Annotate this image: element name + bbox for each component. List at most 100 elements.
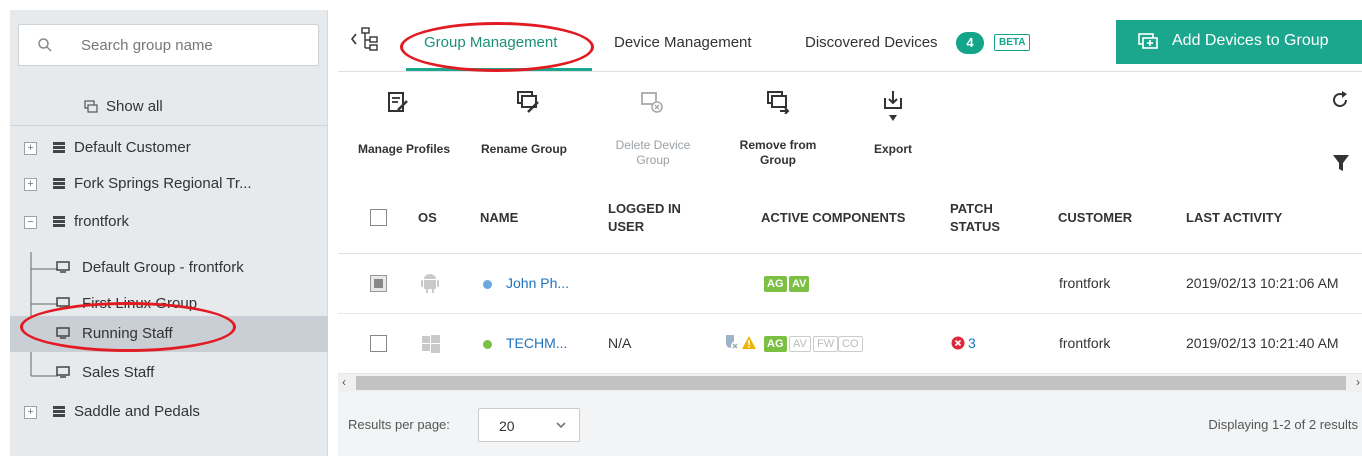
tree-item-running-staff[interactable]: Running Staff: [10, 316, 328, 352]
manage-profiles-label: Manage Profiles: [358, 142, 451, 156]
indeterminate-mark: [374, 279, 383, 288]
group-icon: [56, 327, 70, 339]
table-footer: Results per page: 20 Displaying 1-2 of 2…: [338, 392, 1362, 456]
android-icon: [421, 274, 439, 293]
scroll-right-icon[interactable]: ›: [1356, 375, 1360, 389]
windows-icon: [422, 335, 440, 353]
show-all-icon: [84, 100, 98, 113]
status-dot: [483, 280, 492, 289]
discovered-count-badge: 4: [956, 32, 984, 54]
patch-error-icon: [951, 336, 965, 350]
export-label: Export: [873, 142, 912, 156]
device-name-link[interactable]: John Ph...: [506, 275, 569, 291]
results-per-page-select[interactable]: 20: [478, 408, 580, 442]
component-fw: FW: [813, 336, 839, 352]
group-icon: [56, 261, 70, 273]
beta-badge: BETA: [994, 34, 1031, 51]
component-ag: AG: [764, 336, 787, 352]
tab-bar: Group Management Device Management Disco…: [338, 10, 1362, 72]
table-row[interactable]: John Ph... AG AV frontfork 2019/02/13 10…: [338, 254, 1362, 314]
delete-device-group-button[interactable]: Delete Device Group: [598, 72, 708, 182]
add-device-icon: [1138, 33, 1158, 49]
expand-icon[interactable]: +: [24, 142, 37, 155]
col-active-components[interactable]: ACTIVE COMPONENTS: [761, 209, 905, 227]
device-name-link[interactable]: TECHM...: [506, 335, 567, 351]
scroll-left-icon[interactable]: ‹: [342, 375, 346, 389]
col-patch-status-line2: STATUS: [950, 219, 1001, 234]
row-checkbox[interactable]: [370, 335, 387, 352]
show-all-item[interactable]: Show all: [10, 86, 328, 126]
group-toolbar: Manage Profiles Rename Group Delete Devi…: [338, 72, 1362, 182]
col-logged-in-line2: USER: [608, 219, 645, 234]
remove-from-group-icon: [767, 91, 790, 114]
customer-icon: [53, 406, 65, 417]
col-name[interactable]: NAME: [480, 209, 518, 227]
search-icon: [38, 38, 52, 52]
customer-icon: [53, 178, 65, 189]
search-group-input[interactable]: Search group name: [18, 24, 319, 66]
table-row[interactable]: TECHM... N/A AG AV FW CO 3 frontfork 201…: [338, 314, 1362, 374]
export-dropdown-caret-icon: [889, 115, 897, 121]
displaying-results-text: Displaying 1-2 of 2 results: [1208, 417, 1358, 432]
filter-icon[interactable]: [1332, 154, 1350, 172]
collapse-icon[interactable]: −: [24, 216, 37, 229]
warning-icon: [742, 336, 756, 349]
col-patch-status-line1[interactable]: PATCH: [950, 200, 993, 218]
tree-item-sales-staff[interactable]: Sales Staff: [10, 358, 328, 388]
tab-device-management[interactable]: Device Management: [614, 34, 752, 51]
refresh-icon[interactable]: [1330, 90, 1350, 110]
add-devices-to-group-button[interactable]: Add Devices to Group: [1116, 20, 1362, 64]
manage-profiles-button[interactable]: Manage Profiles: [338, 72, 468, 182]
tree-item-label: Running Staff: [82, 325, 173, 342]
remove-from-group-label-line2: Group: [760, 153, 796, 167]
add-devices-label: Add Devices to Group: [1172, 32, 1329, 49]
export-button[interactable]: Export: [858, 72, 928, 182]
manage-profiles-icon: [388, 92, 408, 112]
tree-item-label: Sales Staff: [82, 364, 155, 381]
remove-from-group-button[interactable]: Remove from Group: [728, 72, 828, 182]
component-av: AV: [789, 276, 810, 292]
tab-group-management[interactable]: Group Management: [424, 34, 557, 51]
col-logged-in-line1[interactable]: LOGGED IN: [608, 200, 681, 218]
customer-icon: [53, 142, 65, 153]
remove-from-group-label-line1: Remove from: [739, 138, 817, 152]
patch-status-count[interactable]: 3: [968, 335, 976, 351]
tree-item-default-group-frontfork[interactable]: Default Group - frontfork: [10, 250, 328, 286]
horizontal-scrollbar[interactable]: ‹ ›: [338, 374, 1362, 392]
rename-group-icon: [517, 91, 539, 113]
scrollbar-thumb[interactable]: [356, 376, 1346, 390]
show-all-label: Show all: [106, 98, 163, 115]
rename-group-label: Rename Group: [481, 142, 568, 156]
customer-icon: [53, 216, 65, 227]
active-tab-indicator: [406, 68, 592, 71]
tree-toggle-icon[interactable]: [348, 24, 382, 54]
tree-item-label: Default Group - frontfork: [82, 259, 244, 276]
col-last-activity[interactable]: LAST ACTIVITY: [1186, 209, 1282, 227]
rename-group-button[interactable]: Rename Group: [478, 72, 578, 182]
col-customer[interactable]: CUSTOMER: [1058, 209, 1132, 227]
customer-cell: frontfork: [1059, 335, 1111, 351]
results-per-page-label: Results per page:: [348, 417, 450, 432]
expand-icon[interactable]: +: [24, 178, 37, 191]
tree-item-label: Default Customer: [74, 139, 191, 156]
search-placeholder: Search group name: [81, 37, 213, 54]
tab-discovered-devices[interactable]: Discovered Devices: [805, 34, 938, 51]
export-icon: [884, 91, 902, 109]
tree-item-saddle-and-pedals[interactable]: + Saddle and Pedals: [10, 394, 328, 430]
tree-item-default-customer[interactable]: + Default Customer: [10, 130, 328, 166]
tree-item-label: Saddle and Pedals: [74, 403, 200, 420]
group-icon: [56, 297, 70, 309]
last-activity-cell: 2019/02/13 10:21:06 AM: [1186, 275, 1339, 291]
col-os[interactable]: OS: [418, 209, 437, 227]
expand-icon[interactable]: +: [24, 406, 37, 419]
customer-cell: frontfork: [1059, 275, 1111, 291]
row-checkbox[interactable]: [370, 275, 387, 292]
delete-device-group-label-line1: Delete Device: [615, 138, 691, 152]
status-dot: [483, 340, 492, 349]
tree-item-fork-springs[interactable]: + Fork Springs Regional Tr...: [10, 166, 328, 202]
component-ag: AG: [764, 276, 787, 292]
select-all-checkbox[interactable]: [370, 209, 387, 226]
logged-in-user-cell: N/A: [608, 335, 632, 351]
tree-item-frontfork[interactable]: − frontfork: [10, 204, 328, 240]
shield-warning-icon: [726, 335, 741, 351]
